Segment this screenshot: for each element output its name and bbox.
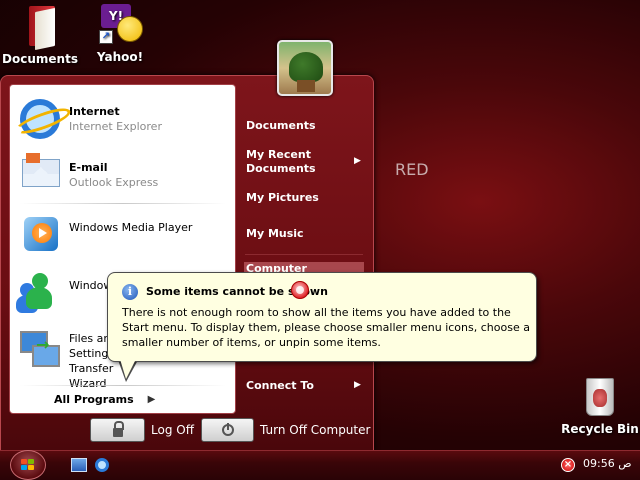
program-name: E-mail [69, 161, 108, 174]
balloon-tail-fill [120, 359, 136, 379]
balloon-message: There is not enough room to show all the… [122, 306, 530, 349]
internet-explorer-icon[interactable] [95, 458, 109, 472]
outlook-express-icon [18, 151, 62, 195]
all-programs-button[interactable]: All Programs ▶ [54, 393, 155, 406]
desktop-icon-label: Recycle Bin [561, 422, 639, 436]
start-menu-recent-documents[interactable]: My Recent Documents [246, 148, 346, 176]
recycle-bin-icon [583, 374, 617, 418]
wallpaper-watermark: RED [395, 160, 429, 179]
pinned-item-email[interactable]: E-mail Outlook Express [18, 151, 228, 197]
windows-messenger-icon [16, 269, 62, 313]
lock-icon [90, 418, 145, 442]
yahoo-messenger-icon: Y! ↗ [97, 2, 143, 46]
chevron-right-icon: ▶ [354, 380, 361, 390]
desktop-icon-documents[interactable]: Documents [0, 2, 80, 66]
notification-balloon[interactable]: i Some items cannot be shown There is no… [107, 272, 537, 362]
transfer-wizard-icon: → [18, 327, 62, 371]
internet-explorer-icon [18, 95, 62, 139]
windows-logo-icon [21, 459, 35, 472]
tray-error-icon[interactable]: × [561, 458, 575, 472]
program-subtitle: Outlook Express [69, 176, 159, 189]
log-off-label: Log Off [151, 423, 194, 437]
desktop-icon-label: Yahoo! [96, 50, 144, 64]
log-off-button[interactable]: Log Off [90, 418, 194, 442]
show-desktop-icon[interactable] [71, 458, 87, 472]
taskbar-clock[interactable]: 09:56 ص [583, 457, 632, 470]
desktop-icon-label: Documents [2, 52, 78, 66]
desktop-icon-yahoo[interactable]: Y! ↗ Yahoo! [80, 2, 160, 64]
desktop-icon-recycle-bin[interactable]: Recycle Bin [560, 374, 640, 436]
info-icon: i [122, 284, 138, 300]
start-menu-documents[interactable]: Documents [246, 119, 316, 133]
program-name: Internet [69, 105, 120, 118]
windows-media-player-icon [18, 211, 62, 255]
start-button[interactable] [10, 450, 46, 480]
menu-separator [20, 385, 226, 386]
program-subtitle: Internet Explorer [69, 120, 162, 133]
menu-separator [245, 254, 363, 255]
user-account-picture[interactable] [277, 40, 333, 96]
start-menu-pictures[interactable]: My Pictures [246, 191, 319, 205]
chevron-right-icon: ▶ [354, 156, 361, 166]
recent-item-windows-media-player[interactable]: Windows Media Player [18, 211, 228, 257]
all-programs-label: All Programs [54, 393, 134, 406]
program-name: Windows Media Player [69, 221, 193, 234]
close-icon[interactable] [291, 281, 309, 299]
menu-separator [20, 203, 226, 204]
folder-icon [23, 2, 57, 51]
start-menu-music[interactable]: My Music [246, 227, 304, 241]
power-icon [201, 418, 254, 442]
turn-off-label: Turn Off Computer [260, 423, 371, 437]
pinned-item-internet[interactable]: Internet Internet Explorer [18, 95, 228, 141]
turn-off-button[interactable]: Turn Off Computer [201, 418, 370, 442]
chevron-right-icon: ▶ [147, 394, 156, 405]
start-menu-connect-to[interactable]: Connect To [246, 379, 314, 393]
